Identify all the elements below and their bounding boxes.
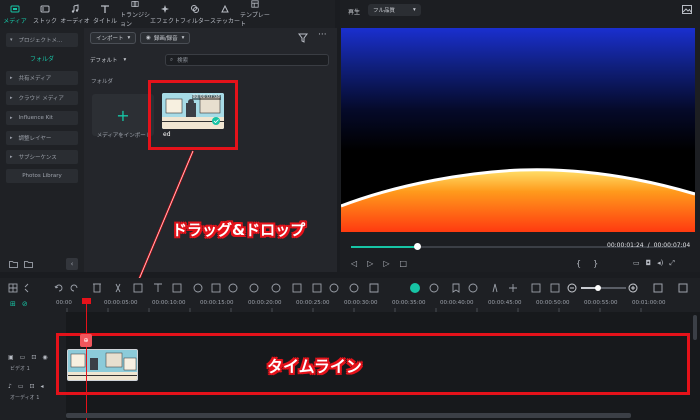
ruler-label: 00:00:40:00 bbox=[440, 300, 474, 306]
playback-controls: ◁ ▷ ▷ □ bbox=[351, 259, 407, 268]
ruler-label: 00:00:05:00 bbox=[104, 300, 138, 306]
ruler-label: 00:00:55:00 bbox=[584, 300, 618, 306]
timeline-toolbar bbox=[0, 278, 700, 298]
play-icon[interactable]: ▷ bbox=[367, 259, 373, 268]
video-track-label: ビデオ 1 bbox=[10, 366, 30, 372]
snapshot-icon[interactable] bbox=[682, 5, 692, 14]
mark-controls: { } bbox=[576, 259, 598, 268]
audio-track-label: オーディオ 1 bbox=[10, 395, 40, 401]
playback-label: 再生 bbox=[348, 9, 361, 16]
vertical-scrollbar[interactable] bbox=[693, 315, 697, 340]
eye-icon[interactable]: ◉ bbox=[42, 354, 47, 361]
step-back-icon[interactable]: ◁ bbox=[351, 259, 357, 268]
step-forward-icon[interactable]: ▷ bbox=[383, 259, 389, 268]
time-readout: 00:00:01:24 / 00:00:07:04 bbox=[607, 242, 690, 249]
chevron-down-icon: ▾ bbox=[413, 7, 416, 13]
video-track-controls: ▣ ▭ ⊡ ◉ bbox=[8, 354, 48, 361]
speaker-icon[interactable]: ◂ bbox=[41, 383, 44, 390]
horizontal-scrollbar[interactable] bbox=[66, 413, 631, 418]
ruler-label: 00:00:25:00 bbox=[296, 300, 330, 306]
drag-drop-annotation: ドラッグ&ドロップ bbox=[172, 221, 306, 239]
lock-icon[interactable]: ⊡ bbox=[30, 383, 35, 390]
ruler-label: 00:00:15:00 bbox=[200, 300, 234, 306]
timeline-clip-image bbox=[68, 350, 137, 380]
quality-label: フル品質 bbox=[373, 8, 396, 14]
timeline-playhead[interactable] bbox=[86, 300, 87, 420]
playback-progress-fill bbox=[351, 246, 418, 248]
ruler-label: 00:00:10:00 bbox=[152, 300, 186, 306]
snap-marker-icon: ⊕ bbox=[80, 334, 92, 347]
playhead-handle[interactable] bbox=[414, 243, 421, 250]
timeline-clip[interactable] bbox=[67, 349, 138, 381]
ruler-label: 00:00:30:00 bbox=[344, 300, 378, 306]
preview-tools: ▭ ◘ ◂) ⤢ bbox=[633, 259, 675, 268]
fullscreen-icon[interactable]: ⤢ bbox=[669, 259, 675, 268]
ruler-label: 00:00 bbox=[56, 300, 72, 306]
display-icon[interactable]: ▭ bbox=[633, 259, 640, 268]
time-separator: / bbox=[647, 242, 650, 249]
ruler-label: 00:00:35:00 bbox=[392, 300, 426, 306]
mark-out-icon[interactable]: } bbox=[593, 259, 598, 268]
mark-in-icon[interactable]: { bbox=[576, 259, 581, 268]
ruler-label: 00:00:50:00 bbox=[536, 300, 570, 306]
lock-icon[interactable]: ⊡ bbox=[31, 354, 36, 361]
audio-track-icon: ♪ bbox=[8, 383, 12, 390]
stop-icon[interactable]: □ bbox=[399, 259, 407, 268]
link-icon[interactable]: ⊘ bbox=[22, 300, 28, 308]
video-preview bbox=[341, 28, 695, 232]
playhead-marker[interactable] bbox=[82, 298, 91, 304]
ruler-label: 00:00:45:00 bbox=[488, 300, 522, 306]
add-track-icon[interactable]: ⊞ bbox=[10, 300, 16, 308]
ruler-label: 00:01:00:00 bbox=[632, 300, 666, 306]
timeline-tool-icons bbox=[8, 283, 688, 293]
folder-icon[interactable]: ▭ bbox=[18, 383, 24, 390]
timeline-annotation: タイムライン bbox=[267, 357, 362, 376]
quality-dropdown[interactable]: フル品質 ▾ bbox=[368, 4, 421, 16]
timeline-ruler[interactable]: ⊞ ⊘ 00:00 00:00:05:00 00:00:10:00 00:00:… bbox=[0, 298, 700, 312]
total-time: 00:00:07:04 bbox=[653, 242, 691, 249]
volume-icon[interactable]: ◂) bbox=[657, 259, 663, 268]
ruler-label: 00:00:20:00 bbox=[248, 300, 282, 306]
highlight-box-timeline bbox=[56, 333, 690, 395]
ruler-labels: 00:00 00:00:05:00 00:00:10:00 00:00:15:0… bbox=[56, 300, 680, 306]
audio-track-controls: ♪ ▭ ⊡ ◂ bbox=[8, 383, 44, 390]
current-time: 00:00:01:24 bbox=[607, 242, 644, 249]
folder-icon[interactable]: ▭ bbox=[20, 354, 26, 361]
timeline-track-tools: ⊞ ⊘ bbox=[10, 300, 28, 308]
video-track-icon: ▣ bbox=[8, 354, 14, 361]
video-frame-image bbox=[341, 168, 695, 232]
camera-icon[interactable]: ◘ bbox=[646, 259, 652, 268]
